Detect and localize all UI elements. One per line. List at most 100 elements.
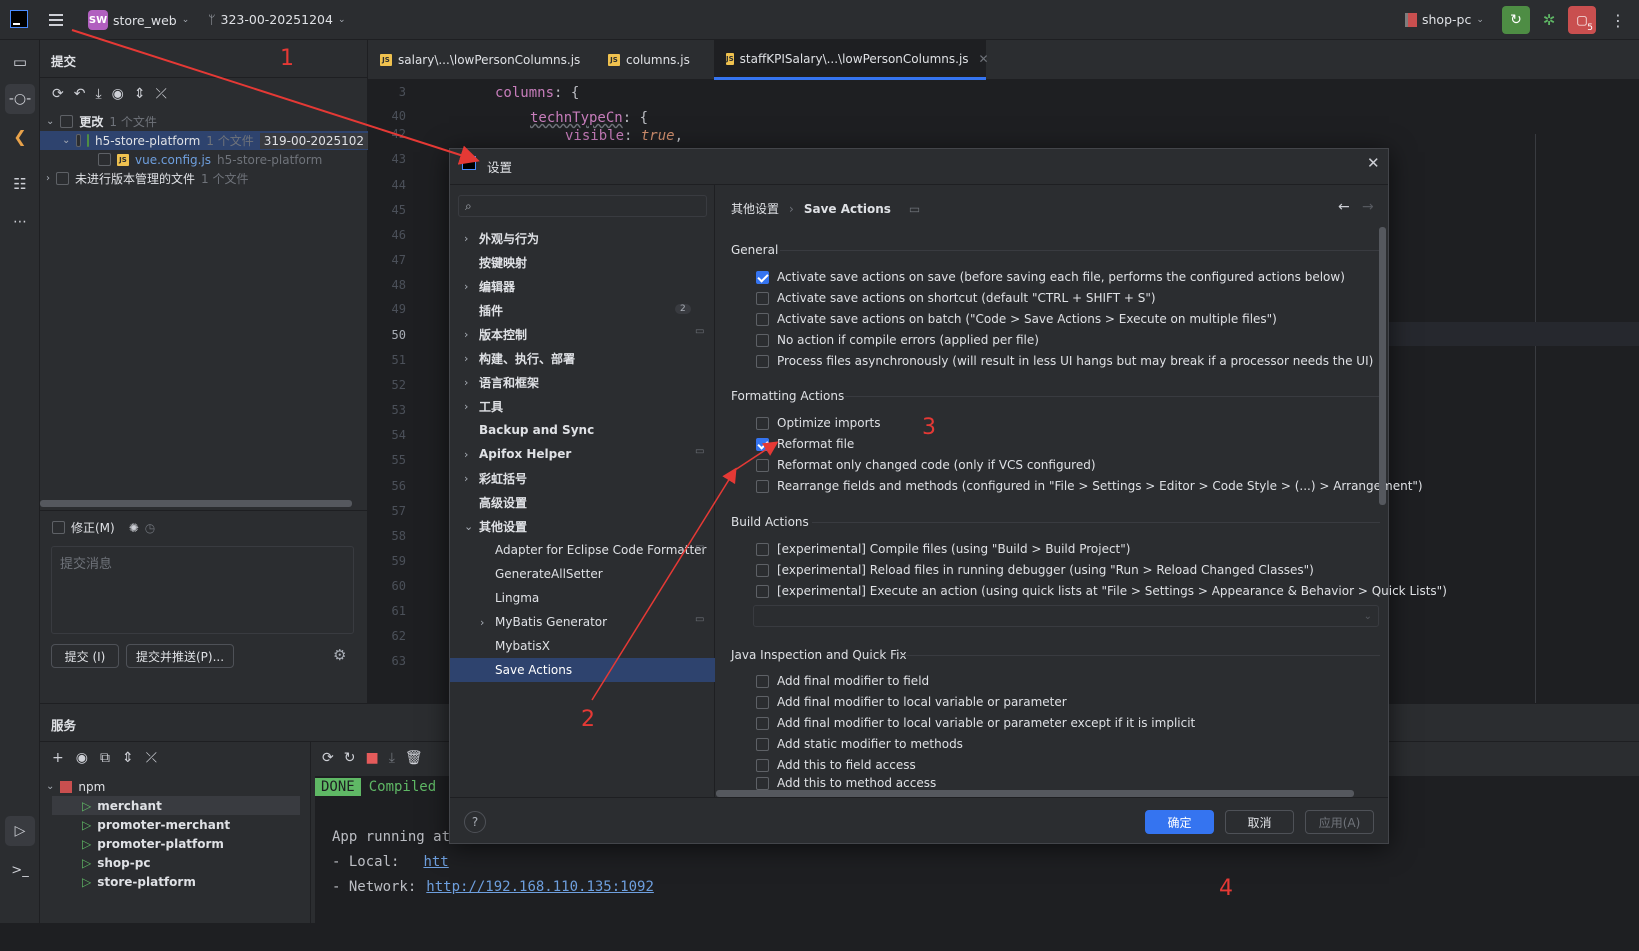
eye-icon[interactable]: ◉: [76, 750, 88, 766]
close-tab-icon[interactable]: ✕: [979, 52, 989, 66]
ide-logo-icon[interactable]: [10, 10, 28, 28]
ok-button[interactable]: 确定: [1145, 810, 1214, 834]
horizontal-scrollbar[interactable]: [716, 790, 1354, 797]
option-row[interactable]: Process files asynchronously (will resul…: [756, 351, 1373, 371]
settings-nav-item[interactable]: 按键映射: [450, 250, 715, 274]
option-row[interactable]: Add static modifier to methods: [756, 734, 963, 754]
add-service-icon[interactable]: +: [52, 750, 64, 766]
option-checkbox[interactable]: [756, 776, 769, 790]
settings-nav-item[interactable]: › 彩虹括号: [450, 466, 715, 490]
unversioned-node[interactable]: › 未进行版本管理的文件 1 个文件: [46, 169, 248, 188]
debug-bug-icon[interactable]: ✲: [1538, 9, 1560, 31]
option-row[interactable]: Rearrange fields and methods (configured…: [756, 476, 1423, 496]
commit-message-input[interactable]: 提交消息: [51, 546, 354, 634]
services-tool-icon[interactable]: ▷: [5, 816, 35, 846]
project-switcher[interactable]: SW store_web ⌄: [88, 10, 189, 30]
terminal-icon[interactable]: >_: [8, 858, 32, 882]
tab-staffkpisalary-lowpersoncolumns[interactable]: JS staffKPISalary\...\lowPersonColumns.j…: [714, 40, 989, 80]
option-checkbox[interactable]: [756, 312, 769, 326]
service-item[interactable]: ▷ merchant: [52, 796, 300, 815]
horizontal-scrollbar[interactable]: [40, 500, 352, 507]
collapse-all-icon[interactable]: ⤫: [146, 750, 157, 766]
option-checkbox[interactable]: [756, 333, 769, 347]
expand-all-icon[interactable]: ⇕: [122, 750, 134, 766]
settings-nav-item[interactable]: › 版本控制 ▭: [450, 322, 715, 346]
option-row[interactable]: [experimental] Execute an action (using …: [756, 581, 1447, 601]
expand-all-icon[interactable]: ⇕: [134, 86, 146, 102]
vertical-scrollbar[interactable]: [1379, 227, 1386, 505]
help-button[interactable]: ?: [464, 811, 486, 833]
option-row[interactable]: Activate save actions on batch ("Code > …: [756, 309, 1277, 329]
file-checkbox[interactable]: [98, 153, 111, 166]
option-row[interactable]: Activate save actions on shortcut (defau…: [756, 288, 1156, 308]
option-row[interactable]: [experimental] Compile files (using "Bui…: [756, 539, 1130, 559]
lingma-icon[interactable]: ❮: [8, 124, 32, 148]
soft-wrap-icon[interactable]: ⤓: [389, 750, 395, 766]
run-config-selector[interactable]: shop-pc ⌄: [1405, 12, 1484, 27]
quick-list-dropdown[interactable]: ⌄: [753, 605, 1379, 627]
amend-checkbox[interactable]: [52, 521, 65, 534]
rerun-icon[interactable]: ⟳: [322, 750, 334, 766]
option-row[interactable]: No action if compile errors (applied per…: [756, 330, 1039, 350]
back-arrow-icon[interactable]: ←: [1338, 199, 1350, 215]
network-url-link[interactable]: http://192.168.110.135:1092: [426, 879, 654, 895]
option-row[interactable]: [experimental] Reload files in running d…: [756, 560, 1314, 580]
option-row[interactable]: Add this to field access: [756, 755, 916, 775]
npm-node[interactable]: ⌄ npm: [46, 777, 105, 796]
module-checkbox[interactable]: [76, 134, 81, 147]
project-folder-icon[interactable]: ▭: [8, 50, 32, 74]
option-checkbox[interactable]: [756, 437, 769, 451]
option-checkbox[interactable]: [756, 584, 769, 598]
option-checkbox[interactable]: [756, 354, 769, 368]
eye-icon[interactable]: ◉: [112, 86, 124, 102]
file-node[interactable]: JS vue.config.js h5-store-platform: [98, 150, 322, 169]
option-checkbox[interactable]: [756, 674, 769, 688]
new-tab-icon[interactable]: ⧉: [100, 750, 110, 766]
history-icon[interactable]: ◷: [145, 521, 155, 535]
option-checkbox[interactable]: [756, 291, 769, 305]
option-row[interactable]: Add final modifier to local variable or …: [756, 713, 1195, 733]
commit-tool-icon[interactable]: -○-: [5, 84, 35, 114]
option-row[interactable]: Reformat file: [756, 434, 854, 454]
settings-nav-item[interactable]: 插件 2: [450, 298, 715, 322]
local-url-link[interactable]: htt: [423, 854, 448, 870]
rerun-button[interactable]: ↻: [1502, 6, 1530, 34]
changes-node[interactable]: ⌄ 更改 1 个文件: [46, 112, 157, 131]
option-checkbox[interactable]: [756, 716, 769, 730]
stop-icon[interactable]: ■: [365, 750, 378, 766]
option-checkbox[interactable]: [756, 737, 769, 751]
settings-nav-item[interactable]: › 构建、执行、部署: [450, 346, 715, 370]
option-row[interactable]: Activate save actions on save (before sa…: [756, 267, 1345, 287]
more-tools-icon[interactable]: ⋯: [8, 210, 32, 234]
option-checkbox[interactable]: [756, 479, 769, 493]
rollback-icon[interactable]: ↶: [74, 86, 86, 102]
settings-nav-item[interactable]: MybatisX: [450, 634, 715, 658]
settings-search-input[interactable]: ⌕: [458, 195, 707, 217]
settings-nav-item[interactable]: Lingma: [450, 586, 715, 610]
pin-icon[interactable]: ▭: [909, 202, 920, 216]
option-checkbox[interactable]: [756, 563, 769, 577]
more-actions-icon[interactable]: ⋮: [1608, 9, 1628, 31]
commit-push-button[interactable]: 提交并推送(P)...: [126, 644, 234, 668]
settings-nav-item[interactable]: GenerateAllSetter: [450, 562, 715, 586]
restart-icon[interactable]: ↻: [344, 750, 356, 766]
main-menu-icon[interactable]: [47, 11, 65, 29]
tab-salary-lowpersoncolumns[interactable]: JS salary\...\lowPersonColumns.js: [368, 40, 592, 80]
forward-arrow-icon[interactable]: →: [1362, 199, 1374, 215]
option-checkbox[interactable]: [756, 758, 769, 772]
service-item[interactable]: ▷ promoter-merchant: [52, 815, 300, 834]
settings-nav-item[interactable]: › 工具: [450, 394, 715, 418]
amend-option[interactable]: 修正(M) ✺ ◷: [52, 519, 155, 536]
structure-icon[interactable]: ☷: [8, 172, 32, 196]
service-item[interactable]: ▷ promoter-platform: [52, 834, 300, 853]
settings-nav-item[interactable]: Save Actions: [450, 658, 715, 682]
service-item[interactable]: ▷ shop-pc: [52, 853, 300, 872]
option-checkbox[interactable]: [756, 270, 769, 284]
stop-button[interactable]: ▢ 5: [1568, 6, 1596, 34]
settings-nav-item[interactable]: › 外观与行为: [450, 226, 715, 250]
settings-nav-item[interactable]: › 编辑器: [450, 274, 715, 298]
service-item[interactable]: ▷ store-platform: [52, 872, 300, 891]
option-row[interactable]: Optimize imports: [756, 413, 881, 433]
cancel-button[interactable]: 取消: [1225, 810, 1294, 834]
shelve-icon[interactable]: ⤓: [95, 86, 101, 102]
